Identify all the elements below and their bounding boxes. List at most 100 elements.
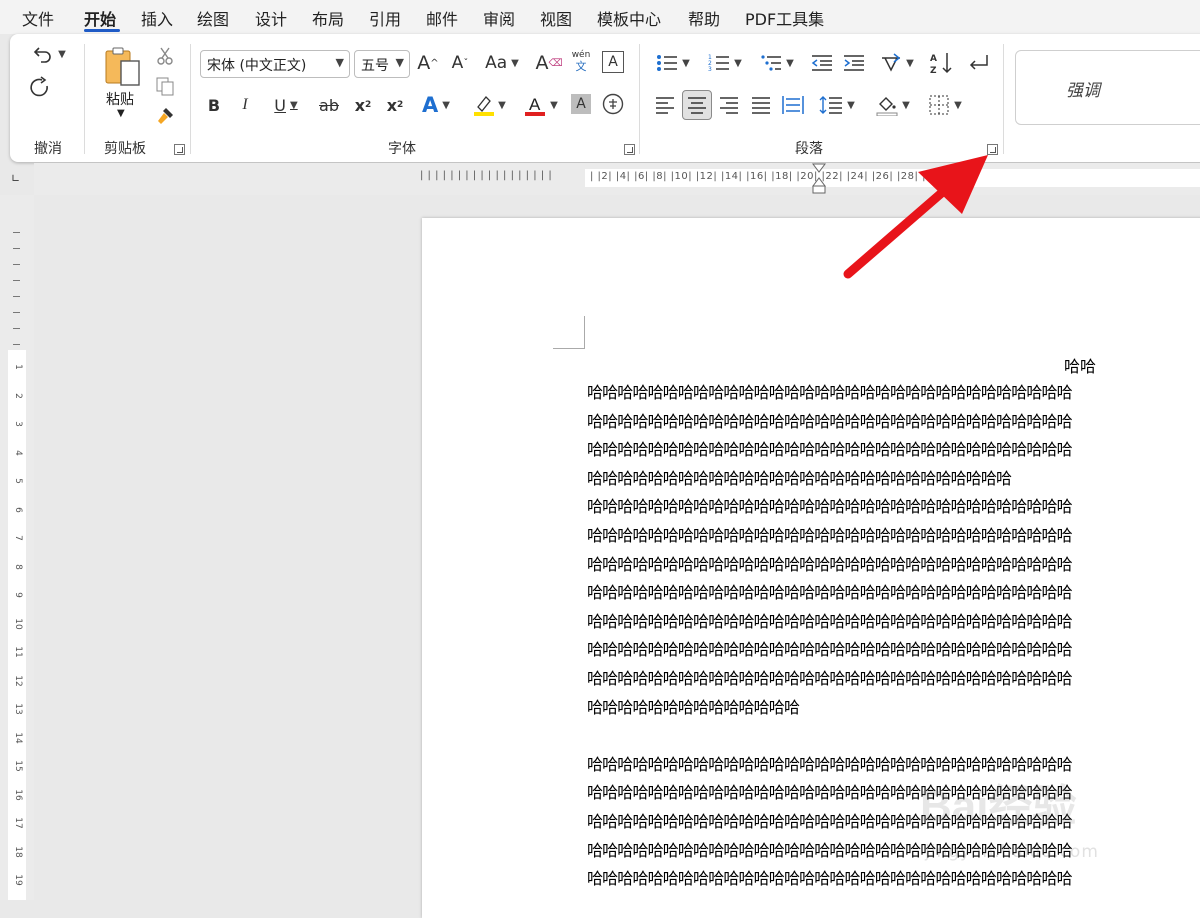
menu-bar: 文件 开始 插入 绘图 设计 布局 引用 邮件 审阅 视图 模板中心 帮助 PD…	[0, 0, 1200, 34]
document-line[interactable]: 哈哈哈哈哈哈哈哈哈哈哈哈哈哈哈哈哈哈哈哈哈哈哈哈哈哈哈哈哈哈哈哈	[587, 755, 1200, 775]
shading-button[interactable]: ▼	[870, 92, 916, 118]
menu-review[interactable]: 审阅	[483, 6, 515, 30]
cut-button[interactable]	[153, 44, 177, 68]
numbering-button[interactable]: 123 ▼	[702, 50, 748, 76]
distributed-icon[interactable]	[780, 92, 806, 118]
subscript-icon[interactable]: x2	[350, 92, 376, 118]
sort-icon[interactable]: AZ	[928, 50, 954, 76]
document-line[interactable]: 哈哈哈哈哈哈哈哈哈哈哈哈哈哈哈哈哈哈哈哈哈哈哈哈哈哈哈哈哈哈哈哈	[587, 555, 1200, 575]
sort-az-icon: AZ	[930, 53, 952, 75]
bullets-button[interactable]: ▼	[650, 50, 696, 76]
ruler-number: 17	[13, 817, 23, 829]
chinese-layout-button[interactable]: ▼	[874, 50, 920, 76]
document-line[interactable]: 哈哈哈哈哈哈哈哈哈哈哈哈哈哈哈哈哈哈哈哈哈哈哈哈哈哈哈哈哈哈哈哈	[587, 412, 1200, 432]
font-size-select[interactable]: 五号 ▼	[354, 50, 410, 78]
line-spacing-icon	[819, 96, 843, 114]
document-line[interactable]: 哈哈哈哈哈哈哈哈哈哈哈哈哈哈哈哈哈哈哈哈哈哈哈哈哈哈哈哈哈哈哈哈	[587, 440, 1200, 460]
ruler-number: 19	[13, 874, 23, 886]
line-spacing-button[interactable]: ▼	[812, 92, 862, 118]
change-case-button[interactable]: Aa ▼	[480, 50, 524, 76]
style-gallery-item[interactable]: 强调	[1015, 50, 1200, 125]
menu-file[interactable]: 文件	[22, 6, 54, 30]
document-line[interactable]: 哈哈哈哈哈哈哈哈哈哈哈哈哈哈哈哈哈哈哈哈哈哈哈哈哈哈哈哈哈哈哈哈	[587, 640, 1200, 660]
italic-icon[interactable]: I	[233, 92, 257, 118]
character-border-icon[interactable]: A	[602, 51, 624, 73]
align-left-icon[interactable]	[652, 92, 678, 118]
shrink-font-icon[interactable]: Aˇ	[447, 50, 473, 76]
svg-text:3: 3	[708, 66, 712, 73]
superscript-icon[interactable]: x2	[382, 92, 408, 118]
bold-icon[interactable]: B	[202, 92, 226, 118]
menu-references[interactable]: 引用	[369, 6, 401, 30]
document-line[interactable]: 哈哈哈哈哈哈哈哈哈哈哈哈哈哈哈哈哈哈哈哈哈哈哈哈哈哈哈哈哈哈哈哈	[587, 841, 1200, 861]
format-painter-button[interactable]	[153, 104, 177, 128]
chevron-down-icon: ▼	[906, 57, 914, 69]
paint-bucket-icon	[876, 97, 898, 116]
document-line[interactable]: 哈哈哈哈哈哈哈哈哈哈哈哈哈哈哈哈哈哈哈哈哈哈哈哈哈哈哈哈哈哈哈哈	[587, 497, 1200, 517]
font-color-button[interactable]: A ▼	[518, 90, 564, 120]
undo-button[interactable]: ▼	[26, 42, 72, 66]
menu-design[interactable]: 设计	[255, 6, 287, 30]
redo-button[interactable]	[26, 74, 54, 102]
copy-button[interactable]	[153, 74, 177, 98]
chevron-down-icon: ▼	[734, 57, 742, 69]
font-dialog-launcher-icon[interactable]	[624, 144, 635, 155]
align-center-icon[interactable]	[682, 90, 712, 120]
borders-icon	[929, 95, 949, 115]
ruler-number: 9	[13, 592, 23, 598]
document-title-text[interactable]: 哈哈	[1064, 353, 1096, 377]
borders-button[interactable]: ▼	[922, 92, 968, 118]
enclose-character-icon[interactable]	[601, 92, 625, 116]
text-effects-button[interactable]: A ▼	[414, 92, 458, 118]
paste-button[interactable]	[102, 44, 144, 88]
menu-insert[interactable]: 插入	[141, 6, 173, 30]
font-name-select[interactable]: 宋体 (中文正文) ▼	[200, 50, 350, 78]
indent-marker-icon[interactable]	[810, 163, 828, 195]
increase-indent-icon[interactable]	[841, 50, 867, 76]
phonetic-guide-button[interactable]: wén 文	[568, 46, 594, 76]
chevron-down-icon[interactable]: ▼	[117, 108, 125, 119]
justify-icon[interactable]	[748, 92, 774, 118]
decrease-indent-icon[interactable]	[809, 50, 835, 76]
menu-pdf-tools[interactable]: PDF工具集	[745, 6, 824, 30]
document-line[interactable]: 哈哈哈哈哈哈哈哈哈哈哈哈哈哈哈哈哈哈哈哈哈哈哈哈哈哈哈哈哈哈哈哈	[587, 783, 1200, 803]
ruler-number: 14	[13, 731, 23, 744]
menu-layout[interactable]: 布局	[312, 6, 344, 30]
strikethrough-icon[interactable]: ab	[315, 92, 343, 118]
ruler-number: 13	[13, 703, 23, 715]
ruler-number: 3	[13, 421, 23, 427]
menu-view[interactable]: 视图	[540, 6, 572, 30]
grow-font-icon[interactable]: A ^	[415, 50, 441, 76]
character-shading-icon[interactable]: A	[571, 94, 591, 114]
document-line[interactable]: 哈哈哈哈哈哈哈哈哈哈哈哈哈哈哈哈哈哈哈哈哈哈哈哈哈哈哈哈哈哈哈哈	[587, 612, 1200, 632]
document-line[interactable]: 哈哈哈哈哈哈哈哈哈哈哈哈哈哈哈哈哈哈哈哈哈哈哈哈哈哈哈哈哈哈哈哈	[587, 669, 1200, 689]
paragraph-dialog-launcher-icon[interactable]	[987, 144, 998, 155]
ruler-left-ticks: | | | | | | | | | | | | | | | | | |	[420, 170, 553, 181]
chevron-down-icon: ▼	[290, 99, 298, 111]
copy-icon	[156, 77, 174, 96]
clipboard-dialog-launcher-icon[interactable]	[174, 144, 185, 155]
align-right-icon[interactable]	[716, 92, 742, 118]
highlight-color-button[interactable]: ▼	[466, 90, 512, 120]
document-line[interactable]: 哈哈哈哈哈哈哈哈哈哈哈哈哈哈哈哈哈哈哈哈哈哈哈哈哈哈哈哈哈哈哈哈	[587, 526, 1200, 546]
menu-help[interactable]: 帮助	[688, 6, 720, 30]
document-line[interactable]: 哈哈哈哈哈哈哈哈哈哈哈哈哈哈哈哈哈哈哈哈哈哈哈哈哈哈哈哈哈哈哈哈	[587, 869, 1200, 889]
underline-button[interactable]: U ▼	[266, 92, 306, 118]
menu-home[interactable]: 开始	[84, 6, 116, 30]
document-line[interactable]: 哈哈哈哈哈哈哈哈哈哈哈哈哈哈哈哈哈哈哈哈哈哈哈哈哈哈哈哈哈哈哈哈	[587, 812, 1200, 832]
menu-draw[interactable]: 绘图	[197, 6, 229, 30]
active-tab-indicator	[84, 29, 120, 32]
tab-selector[interactable]: ∟	[11, 172, 20, 185]
multilevel-list-button[interactable]: ▼	[754, 50, 800, 76]
show-formatting-marks-icon[interactable]	[965, 50, 991, 76]
menu-mailings[interactable]: 邮件	[426, 6, 458, 30]
menu-template-center[interactable]: 模板中心	[597, 6, 661, 30]
ruler-tick	[13, 344, 20, 345]
ruler-tick	[13, 232, 20, 233]
document-line[interactable]: 哈哈哈哈哈哈哈哈哈哈哈哈哈哈哈哈哈哈哈哈哈哈哈哈哈哈哈哈哈哈哈哈	[587, 583, 1200, 603]
document-line[interactable]: 哈哈哈哈哈哈哈哈哈哈哈哈哈哈	[587, 698, 1200, 718]
clear-formatting-icon[interactable]: A ⌫	[535, 50, 562, 76]
undo-group-label: 撤消	[34, 141, 62, 157]
document-line[interactable]: 哈哈哈哈哈哈哈哈哈哈哈哈哈哈哈哈哈哈哈哈哈哈哈哈哈哈哈哈	[587, 469, 1200, 489]
document-line[interactable]: 哈哈哈哈哈哈哈哈哈哈哈哈哈哈哈哈哈哈哈哈哈哈哈哈哈哈哈哈哈哈哈哈	[587, 383, 1200, 403]
